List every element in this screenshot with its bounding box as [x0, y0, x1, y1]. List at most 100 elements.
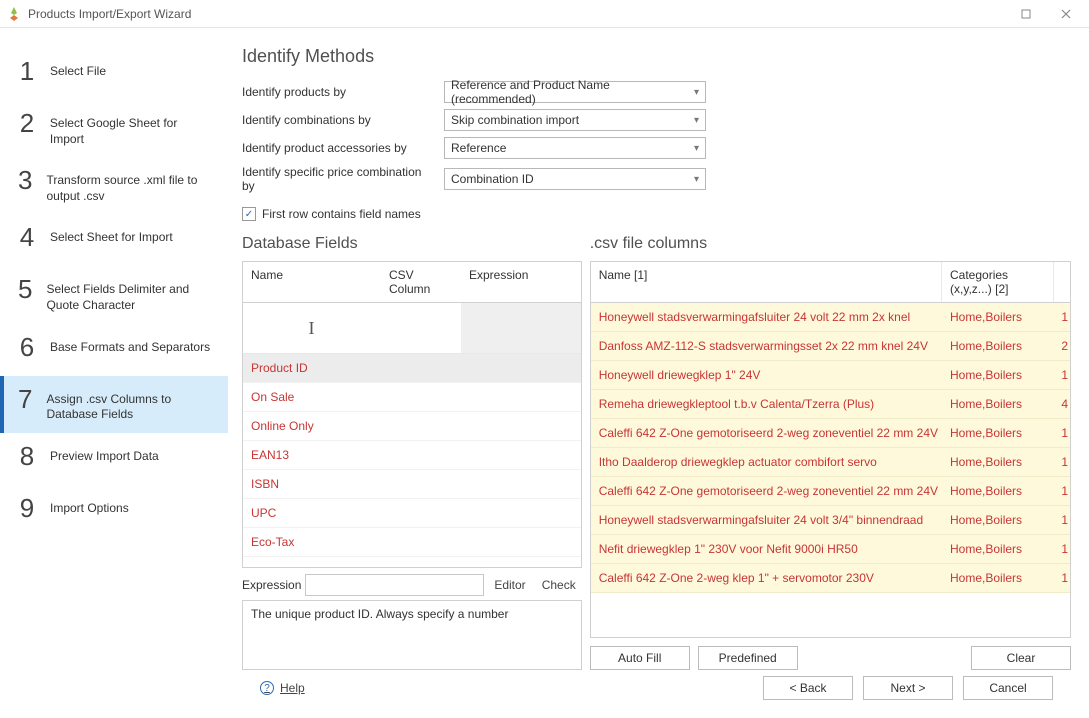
csv-cell-name: Danfoss AMZ-112-S stadsverwarmingsset 2x…: [591, 332, 946, 360]
auto-fill-button[interactable]: Auto Fill: [590, 646, 690, 670]
db-filter-csv-input[interactable]: [381, 303, 461, 353]
csv-cell-categories: Home,Boilers: [946, 564, 1058, 592]
chevron-down-icon: ▾: [694, 174, 699, 185]
db-field-row[interactable]: EAN13: [243, 441, 581, 470]
identify-price-combination-select[interactable]: Combination ID▾: [444, 168, 706, 190]
db-filter-expression-input[interactable]: [461, 303, 581, 353]
csv-cell-count: 2: [1058, 332, 1070, 360]
csv-cell-name: Honeywell stadsverwarmingafsluiter 24 vo…: [591, 506, 946, 534]
identify-products-label: Identify products by: [242, 85, 436, 99]
back-button[interactable]: < Back: [763, 676, 853, 700]
identify-products-select[interactable]: Reference and Product Name (recommended)…: [444, 81, 706, 103]
csv-row[interactable]: Caleffi 642 Z-One 2-weg klep 1" + servom…: [591, 564, 1070, 593]
database-fields-grid: Name CSV Column Expression I Product ID …: [242, 261, 582, 568]
csv-row[interactable]: Nefit driewegklep 1" 230V voor Nefit 900…: [591, 535, 1070, 564]
database-fields-title: Database Fields: [242, 235, 582, 253]
window-close-button[interactable]: [1049, 2, 1083, 26]
db-field-row[interactable]: On Sale: [243, 383, 581, 412]
db-header-expression[interactable]: Expression: [461, 262, 581, 302]
step-base-formats[interactable]: 6Base Formats and Separators: [0, 324, 228, 376]
step-select-sheet[interactable]: 4Select Sheet for Import: [0, 214, 228, 266]
csv-cell-categories: Home,Boilers: [946, 332, 1058, 360]
identify-price-combination-label: Identify specific price combination by: [242, 165, 436, 193]
csv-header-categories[interactable]: Categories (x,y,z...) [2]: [942, 262, 1054, 302]
csv-cell-name: Caleffi 642 Z-One 2-weg klep 1" + servom…: [591, 564, 946, 592]
csv-cell-count: 1: [1058, 419, 1070, 447]
csv-row[interactable]: Caleffi 642 Z-One gemotoriseerd 2-weg zo…: [591, 419, 1070, 448]
wizard-steps-sidebar: 1Select File 2Select Google Sheet for Im…: [0, 28, 228, 718]
csv-cell-categories: Home,Boilers: [946, 419, 1058, 447]
csv-row[interactable]: Honeywell driewegklep 1" 24VHome,Boilers…: [591, 361, 1070, 390]
csv-cell-categories: Home,Boilers: [946, 361, 1058, 389]
step-import-options[interactable]: 9Import Options: [0, 485, 228, 537]
db-field-row[interactable]: UPC: [243, 499, 581, 528]
csv-row[interactable]: Remeha driewegkleptool t.b.v Calenta/Tze…: [591, 390, 1070, 419]
csv-cell-categories: Home,Boilers: [946, 535, 1058, 563]
help-icon: ?: [260, 681, 274, 695]
identify-methods-title: Identify Methods: [242, 46, 1071, 67]
step-transform-xml[interactable]: 3Transform source .xml file to output .c…: [0, 157, 228, 214]
step-preview[interactable]: 8Preview Import Data: [0, 433, 228, 485]
expression-label: Expression: [242, 578, 301, 592]
identify-combinations-label: Identify combinations by: [242, 113, 436, 127]
csv-cell-categories: Home,Boilers: [946, 448, 1058, 476]
first-row-header-label: First row contains field names: [262, 207, 421, 221]
csv-columns-grid: Name [1] Categories (x,y,z...) [2] Honey…: [590, 261, 1071, 638]
chevron-down-icon: ▾: [694, 143, 699, 154]
csv-cell-categories: Home,Boilers: [946, 303, 1058, 331]
csv-cell-name: Caleffi 642 Z-One gemotoriseerd 2-weg zo…: [591, 419, 946, 447]
csv-header-extra[interactable]: [1054, 262, 1070, 302]
db-header-csv[interactable]: CSV Column: [381, 262, 461, 302]
csv-cell-count: 1: [1058, 361, 1070, 389]
chevron-down-icon: ▾: [694, 87, 699, 98]
field-description: The unique product ID. Always specify a …: [242, 600, 582, 670]
csv-cell-name: Honeywell stadsverwarmingafsluiter 24 vo…: [591, 303, 946, 331]
csv-row[interactable]: Itho Daalderop driewegklep actuator comb…: [591, 448, 1070, 477]
identify-combinations-select[interactable]: Skip combination import▾: [444, 109, 706, 131]
step-select-google-sheet[interactable]: 2Select Google Sheet for Import: [0, 100, 228, 157]
csv-cell-count: 4: [1058, 390, 1070, 418]
chevron-down-icon: ▾: [694, 115, 699, 126]
db-field-row[interactable]: Product ID: [243, 354, 581, 383]
csv-header-name[interactable]: Name [1]: [591, 262, 942, 302]
titlebar: Products Import/Export Wizard: [0, 0, 1089, 28]
csv-cell-name: Caleffi 642 Z-One gemotoriseerd 2-weg zo…: [591, 477, 946, 505]
db-field-row[interactable]: Eco-Tax: [243, 528, 581, 557]
step-delimiter[interactable]: 5Select Fields Delimiter and Quote Chara…: [0, 266, 228, 323]
csv-cell-count: 1: [1058, 506, 1070, 534]
db-field-row[interactable]: Online Only: [243, 412, 581, 441]
identify-accessories-select[interactable]: Reference▾: [444, 137, 706, 159]
expression-check-button[interactable]: Check: [536, 575, 582, 595]
db-header-name[interactable]: Name: [243, 262, 381, 302]
identify-accessories-label: Identify product accessories by: [242, 141, 436, 155]
predefined-button[interactable]: Predefined: [698, 646, 798, 670]
csv-cell-count: 1: [1058, 448, 1070, 476]
csv-cell-name: Itho Daalderop driewegklep actuator comb…: [591, 448, 946, 476]
db-filter-name-input[interactable]: I: [243, 303, 381, 353]
csv-cell-categories: Home,Boilers: [946, 477, 1058, 505]
app-logo-icon: [6, 6, 22, 22]
csv-row[interactable]: Honeywell stadsverwarmingafsluiter 24 vo…: [591, 506, 1070, 535]
csv-row[interactable]: Caleffi 642 Z-One gemotoriseerd 2-weg zo…: [591, 477, 1070, 506]
csv-columns-title: .csv file columns: [590, 235, 1071, 253]
expression-editor-button[interactable]: Editor: [488, 575, 531, 595]
clear-button[interactable]: Clear: [971, 646, 1071, 670]
cancel-button[interactable]: Cancel: [963, 676, 1053, 700]
window-title: Products Import/Export Wizard: [28, 7, 191, 21]
window-maximize-button[interactable]: [1009, 2, 1043, 26]
csv-cell-count: 1: [1058, 535, 1070, 563]
csv-row[interactable]: Honeywell stadsverwarmingafsluiter 24 vo…: [591, 303, 1070, 332]
csv-cell-count: 1: [1058, 303, 1070, 331]
csv-row[interactable]: Danfoss AMZ-112-S stadsverwarmingsset 2x…: [591, 332, 1070, 361]
expression-input[interactable]: [305, 574, 484, 596]
next-button[interactable]: Next >: [863, 676, 953, 700]
csv-cell-name: Honeywell driewegklep 1" 24V: [591, 361, 946, 389]
step-assign-columns[interactable]: 7Assign .csv Columns to Database Fields: [0, 376, 228, 433]
step-select-file[interactable]: 1Select File: [0, 48, 228, 100]
db-field-row[interactable]: ISBN: [243, 470, 581, 499]
first-row-header-checkbox[interactable]: ✓: [242, 207, 256, 221]
help-link[interactable]: ? Help: [260, 681, 305, 695]
csv-cell-count: 1: [1058, 564, 1070, 592]
csv-cell-categories: Home,Boilers: [946, 506, 1058, 534]
csv-cell-name: Nefit driewegklep 1" 230V voor Nefit 900…: [591, 535, 946, 563]
